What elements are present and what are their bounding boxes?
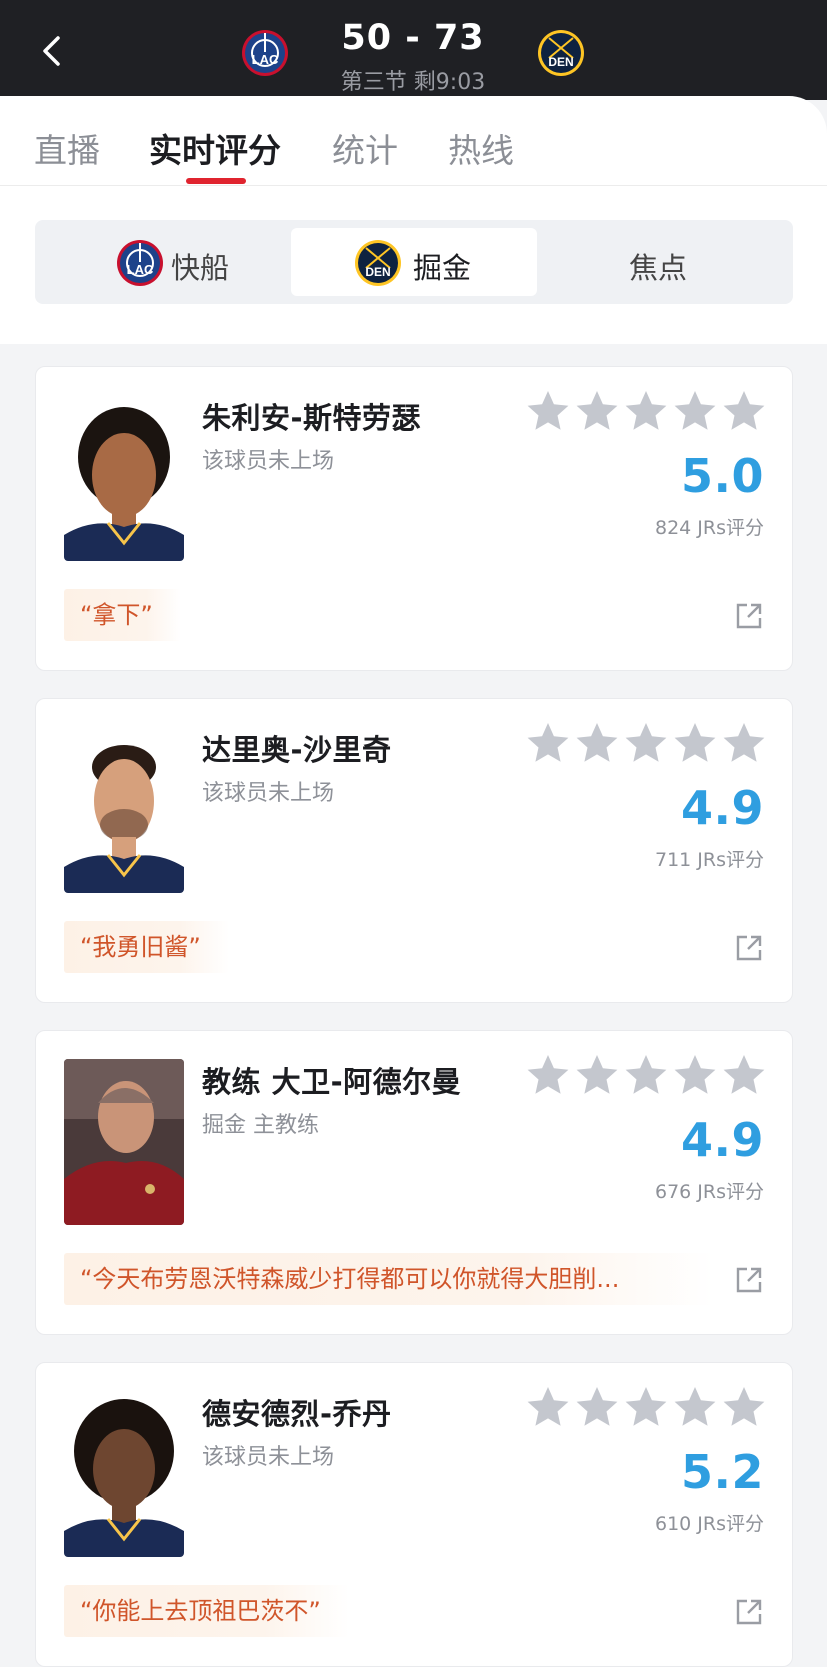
- star-icon[interactable]: [722, 721, 766, 765]
- player-photo: [64, 395, 184, 561]
- star-icon[interactable]: [526, 389, 570, 433]
- star-icon[interactable]: [624, 721, 668, 765]
- player-name: 达里奥-沙里奇: [202, 733, 392, 767]
- coach-name: 教练 大卫-阿德尔曼: [202, 1065, 462, 1099]
- star-icon[interactable]: [624, 1385, 668, 1429]
- tab-hotline[interactable]: 热线: [448, 124, 514, 172]
- star-icon[interactable]: [624, 1053, 668, 1097]
- star-icon[interactable]: [673, 1385, 717, 1429]
- player-card[interactable]: 朱利安-斯特劳瑟 该球员未上场 5.0 824 JRs评分 “拿下”: [35, 366, 793, 671]
- star-icon[interactable]: [526, 1385, 570, 1429]
- top-comment[interactable]: “今天布劳恩沃特森威少打得都可以你就得大胆削...: [64, 1253, 714, 1305]
- star-icon[interactable]: [722, 1053, 766, 1097]
- star-icon[interactable]: [722, 1385, 766, 1429]
- segment-clippers[interactable]: LAC 快船: [43, 228, 289, 296]
- rating-count: 711 JRs评分: [654, 849, 764, 871]
- star-icon[interactable]: [575, 721, 619, 765]
- game-score: 50 - 73: [341, 18, 485, 58]
- game-header: LAC 50 - 73 第三节 剩9:03 DEN: [0, 0, 827, 100]
- nuggets-logo-icon: DEN: [353, 238, 403, 288]
- share-icon[interactable]: [734, 601, 764, 631]
- svg-text:LAC: LAC: [252, 52, 279, 67]
- player-status: 该球员未上场: [202, 781, 335, 806]
- rating-score: 5.2: [681, 1445, 764, 1499]
- star-icon[interactable]: [673, 1053, 717, 1097]
- segment-label: 掘金: [413, 251, 472, 285]
- star-icon[interactable]: [673, 389, 717, 433]
- coach-photo: [64, 1059, 184, 1225]
- player-photo: [64, 1391, 184, 1557]
- clippers-logo-icon: LAC: [115, 238, 165, 288]
- top-comment[interactable]: “拿下”: [64, 589, 181, 641]
- tab-live-rating[interactable]: 实时评分: [149, 124, 281, 172]
- share-icon[interactable]: [734, 1265, 764, 1295]
- rating-score: 5.0: [681, 449, 764, 503]
- star-rating[interactable]: [526, 721, 766, 765]
- tab-live[interactable]: 直播: [34, 124, 100, 172]
- rating-count: 610 JRs评分: [654, 1513, 764, 1535]
- svg-text:DEN: DEN: [548, 55, 573, 69]
- tab-bar: 直播 实时评分 统计 热线: [0, 96, 827, 186]
- nuggets-logo-icon[interactable]: DEN: [536, 28, 586, 78]
- player-card[interactable]: 达里奥-沙里奇 该球员未上场 4.9 711 JRs评分 “我勇旧酱”: [35, 698, 793, 1003]
- tab-stats[interactable]: 统计: [332, 124, 398, 172]
- back-button[interactable]: [36, 30, 70, 72]
- share-icon[interactable]: [734, 1597, 764, 1627]
- rating-count: 824 JRs评分: [654, 517, 764, 539]
- active-tab-indicator: [186, 178, 246, 184]
- star-rating[interactable]: [526, 1385, 766, 1429]
- rating-score: 4.9: [681, 1113, 764, 1167]
- team-segment-control: LAC 快船 DEN 掘金 焦点: [35, 220, 793, 304]
- star-rating[interactable]: [526, 389, 766, 433]
- player-card[interactable]: 德安德烈-乔丹 该球员未上场 5.2 610 JRs评分 “你能上去顶祖巴茨不”: [35, 1362, 793, 1667]
- player-name: 朱利安-斯特劳瑟: [202, 401, 422, 435]
- header-panel: 直播 实时评分 统计 热线 LAC 快船 DEN 掘金 焦点: [0, 96, 827, 344]
- player-name: 德安德烈-乔丹: [202, 1397, 392, 1431]
- coach-role: 掘金 主教练: [202, 1113, 319, 1138]
- top-comment[interactable]: “我勇旧酱”: [64, 921, 229, 973]
- star-rating[interactable]: [526, 1053, 766, 1097]
- svg-text:LAC: LAC: [127, 262, 154, 277]
- game-period: 第三节 剩9:03: [340, 70, 486, 95]
- share-icon[interactable]: [734, 933, 764, 963]
- star-icon[interactable]: [526, 721, 570, 765]
- star-icon[interactable]: [673, 721, 717, 765]
- top-comment[interactable]: “你能上去顶祖巴茨不”: [64, 1585, 349, 1637]
- star-icon[interactable]: [624, 389, 668, 433]
- chevron-left-icon: [43, 36, 60, 66]
- rating-count: 676 JRs评分: [654, 1181, 764, 1203]
- svg-text:DEN: DEN: [365, 265, 390, 279]
- clippers-logo-icon[interactable]: LAC: [240, 28, 290, 78]
- star-icon[interactable]: [575, 1053, 619, 1097]
- star-icon[interactable]: [722, 389, 766, 433]
- segment-focus[interactable]: 焦点: [539, 228, 785, 296]
- segment-nuggets[interactable]: DEN 掘金: [291, 228, 537, 296]
- player-card[interactable]: 教练 大卫-阿德尔曼 掘金 主教练 4.9 676 JRs评分 “今天布劳恩沃特…: [35, 1030, 793, 1335]
- star-icon[interactable]: [575, 1385, 619, 1429]
- player-status: 该球员未上场: [202, 1445, 335, 1470]
- star-icon[interactable]: [575, 389, 619, 433]
- segment-label: 焦点: [629, 251, 688, 285]
- player-status: 该球员未上场: [202, 449, 335, 474]
- player-photo: [64, 727, 184, 893]
- rating-score: 4.9: [681, 781, 764, 835]
- segment-label: 快船: [171, 251, 230, 285]
- star-icon[interactable]: [526, 1053, 570, 1097]
